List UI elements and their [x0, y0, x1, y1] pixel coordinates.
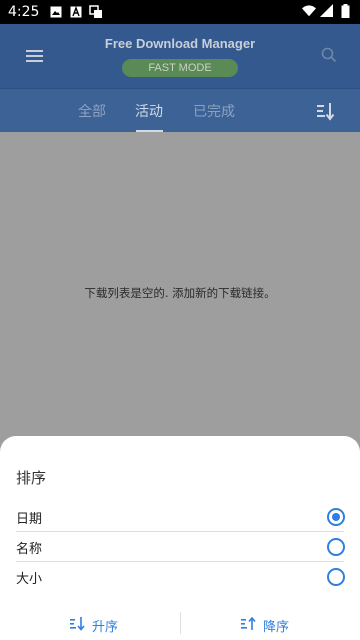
sort-icon[interactable] — [316, 101, 336, 121]
sort-option-date[interactable]: 日期 — [0, 502, 360, 532]
tab-all[interactable]: 全部 — [78, 101, 106, 121]
empty-list-message: 下载列表是空的. 添加新的下载链接。 — [84, 286, 276, 300]
tab-bar: 全部 活动 已完成 — [0, 88, 360, 133]
status-bar: 4:25 — [0, 0, 360, 24]
option-label: 大小 — [16, 572, 43, 587]
divider — [180, 612, 181, 634]
wifi-icon — [302, 4, 316, 18]
ascending-label: 升序 — [92, 620, 119, 635]
sort-descending-icon — [241, 616, 257, 635]
sheet-title: 排序 — [16, 469, 47, 487]
ascending-button[interactable]: 升序 — [70, 616, 118, 635]
text-a-icon — [69, 5, 83, 19]
sort-ascending-icon — [70, 616, 86, 635]
sort-bottom-sheet: 排序 日期 名称 大小 升序 降序 — [0, 436, 360, 640]
fast-mode-badge[interactable]: FAST MODE — [122, 59, 238, 77]
signal-icon — [320, 4, 334, 18]
option-label: 名称 — [16, 542, 43, 557]
battery-icon — [338, 4, 352, 18]
radio-name[interactable] — [327, 538, 345, 556]
status-time: 4:25 — [8, 4, 40, 20]
app-title: Free Download Manager — [104, 36, 256, 51]
screen-icon — [89, 5, 103, 19]
tab-completed[interactable]: 已完成 — [193, 101, 235, 121]
search-icon[interactable] — [320, 46, 338, 64]
sort-option-name[interactable]: 名称 — [0, 532, 360, 562]
image-icon — [49, 5, 63, 19]
sort-option-size[interactable]: 大小 — [0, 562, 360, 592]
radio-size[interactable] — [327, 568, 345, 586]
descending-label: 降序 — [263, 620, 290, 635]
tab-active[interactable]: 活动 — [135, 101, 163, 121]
sort-direction-bar: 升序 降序 — [0, 612, 360, 638]
descending-button[interactable]: 降序 — [241, 616, 289, 635]
app-bar: Free Download Manager FAST MODE — [0, 24, 360, 88]
option-label: 日期 — [16, 512, 43, 527]
radio-date[interactable] — [327, 508, 345, 526]
